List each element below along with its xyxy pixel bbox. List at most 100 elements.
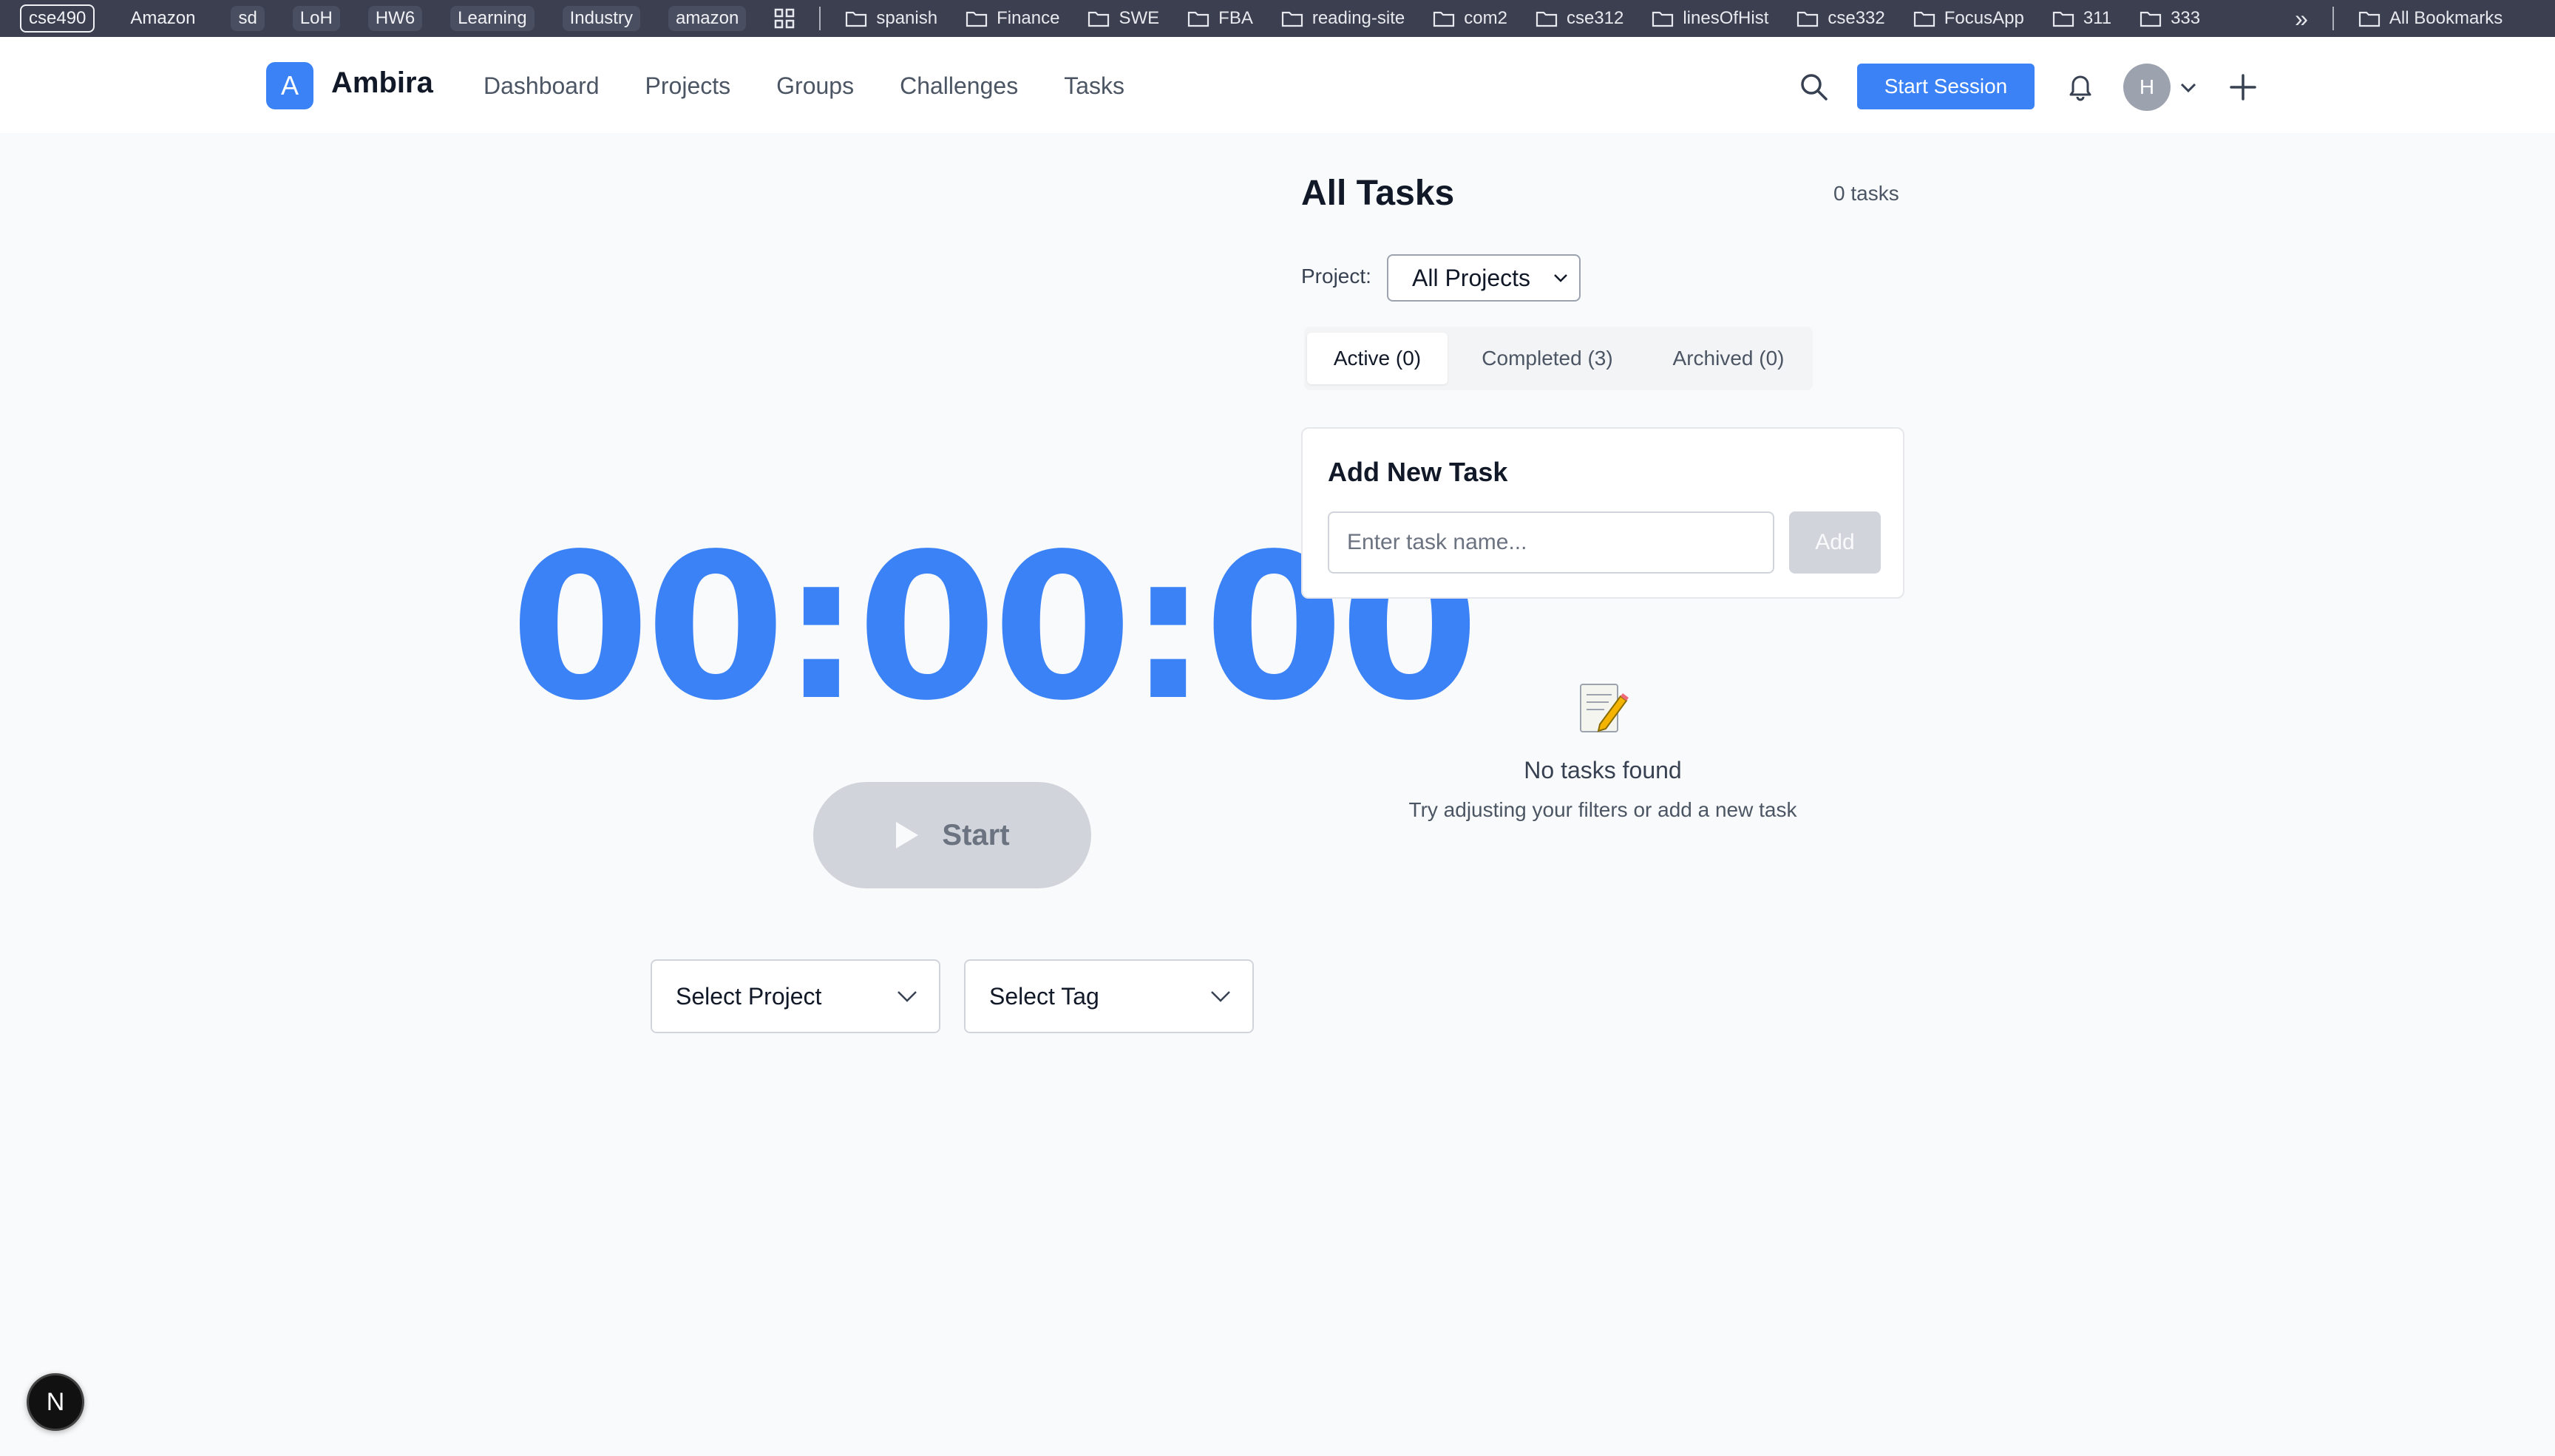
bookmark-label: reading-site bbox=[1312, 8, 1405, 28]
bookmarks-overflow-button[interactable]: » bbox=[2281, 0, 2322, 37]
start-button[interactable]: Start bbox=[813, 782, 1091, 888]
bookmark-folder-com2[interactable]: com2 bbox=[1419, 0, 1521, 37]
select-project-label: Select Project bbox=[676, 982, 822, 1010]
bookmark-folder-lines-of-hist[interactable]: linesOfHist bbox=[1638, 0, 1782, 37]
bookmark-folder-focus-app[interactable]: FocusApp bbox=[1899, 0, 2038, 37]
bookmark-amazon[interactable]: Amazon bbox=[109, 0, 217, 37]
chevron-down-icon bbox=[898, 991, 917, 1002]
bookmark-label: SWE bbox=[1119, 8, 1160, 28]
bookmark-label: FocusApp bbox=[1944, 8, 2024, 28]
add-task-card: Add New Task Add bbox=[1301, 427, 1904, 599]
task-status-tabs: Active (0) Completed (3) Archived (0) bbox=[1304, 327, 1813, 390]
play-icon bbox=[896, 822, 919, 848]
bookmark-folder-reading-site[interactable]: reading-site bbox=[1267, 0, 1419, 37]
folder-icon bbox=[1652, 11, 1674, 27]
bookmark-label: cse332 bbox=[1828, 8, 1885, 28]
folder-icon bbox=[1433, 11, 1455, 27]
bookmark-label: com2 bbox=[1464, 8, 1507, 28]
all-bookmarks-button[interactable]: All Bookmarks bbox=[2344, 0, 2517, 37]
nav-dashboard[interactable]: Dashboard bbox=[483, 72, 600, 100]
folder-icon bbox=[846, 11, 867, 27]
bell-icon bbox=[2069, 75, 2091, 101]
bookmark-folder-cse312[interactable]: cse312 bbox=[1521, 0, 1638, 37]
select-project-dropdown[interactable]: Select Project bbox=[651, 959, 940, 1033]
folder-icon bbox=[2052, 11, 2074, 27]
chevron-down-icon bbox=[1554, 274, 1567, 282]
bookmark-learning[interactable]: Learning bbox=[436, 0, 548, 37]
main-nav: Dashboard Projects Groups Challenges Tas… bbox=[483, 72, 1124, 100]
select-tag-label: Select Tag bbox=[989, 982, 1099, 1010]
bookmark-hw6[interactable]: HW6 bbox=[354, 0, 436, 37]
project-filter-select[interactable]: All Projects bbox=[1387, 254, 1581, 302]
chevron-down-icon[interactable] bbox=[2178, 78, 2199, 96]
nav-tasks[interactable]: Tasks bbox=[1064, 72, 1124, 100]
folder-icon bbox=[1536, 11, 1558, 27]
tasks-count: 0 tasks bbox=[1833, 182, 1899, 205]
nav-groups[interactable]: Groups bbox=[776, 72, 854, 100]
folder-icon bbox=[1281, 11, 1303, 27]
bookmark-label: LoH bbox=[292, 6, 340, 31]
bookmark-label: Learning bbox=[450, 6, 535, 31]
bookmark-folder-311[interactable]: 311 bbox=[2038, 0, 2125, 37]
bookmark-label: spanish bbox=[876, 8, 938, 28]
chevron-down-icon bbox=[1211, 991, 1230, 1002]
plus-icon bbox=[2230, 74, 2256, 101]
bookmark-folder-swe[interactable]: SWE bbox=[1073, 0, 1173, 37]
search-icon bbox=[1801, 74, 1828, 101]
bookmark-folder-333[interactable]: 333 bbox=[2125, 0, 2214, 37]
add-task-button[interactable]: Add bbox=[1789, 511, 1881, 574]
bookmarks-bar: cse490 Amazon sd LoH HW6 Learning Indust… bbox=[0, 0, 2555, 37]
avatar[interactable]: H bbox=[2123, 64, 2171, 111]
bookmark-folder-fba[interactable]: FBA bbox=[1173, 0, 1267, 37]
notifications-button[interactable] bbox=[2064, 69, 2097, 102]
tab-active[interactable]: Active (0) bbox=[1307, 333, 1448, 384]
bookmark-cse490[interactable]: cse490 bbox=[6, 0, 109, 37]
empty-state-title: No tasks found bbox=[1524, 757, 1682, 783]
folder-icon bbox=[1188, 11, 1209, 27]
apps-grid-icon[interactable] bbox=[760, 0, 809, 37]
memo-icon bbox=[1578, 681, 1629, 736]
folder-icon bbox=[1088, 11, 1110, 27]
folder-icon bbox=[1797, 11, 1819, 27]
nav-projects[interactable]: Projects bbox=[645, 72, 731, 100]
bookmark-folder-cse332[interactable]: cse332 bbox=[1782, 0, 1899, 37]
tab-completed[interactable]: Completed (3) bbox=[1455, 333, 1640, 384]
app-name[interactable]: Ambira bbox=[331, 67, 433, 100]
bookmarks-divider bbox=[819, 7, 821, 30]
search-button[interactable] bbox=[1798, 71, 1829, 102]
project-filter-label: Project: bbox=[1301, 265, 1371, 288]
bookmark-label: Industry bbox=[562, 6, 640, 31]
start-button-label: Start bbox=[942, 818, 1010, 851]
tasks-title: All Tasks bbox=[1301, 174, 1455, 213]
folder-icon bbox=[2358, 11, 2381, 27]
bookmark-label: HW6 bbox=[367, 6, 423, 31]
bookmark-loh[interactable]: LoH bbox=[279, 0, 354, 37]
nav-challenges[interactable]: Challenges bbox=[900, 72, 1018, 100]
bookmark-folder-spanish[interactable]: spanish bbox=[831, 0, 951, 37]
select-tag-dropdown[interactable]: Select Tag bbox=[964, 959, 1254, 1033]
task-name-input[interactable] bbox=[1328, 511, 1774, 574]
start-session-button[interactable]: Start Session bbox=[1857, 64, 2035, 109]
add-task-title: Add New Task bbox=[1328, 457, 1508, 487]
bookmark-sd[interactable]: sd bbox=[217, 0, 278, 37]
bookmark-label: cse490 bbox=[20, 4, 95, 33]
app-header: A Ambira Dashboard Projects Groups Chall… bbox=[0, 37, 2555, 133]
empty-state-subtitle: Try adjusting your filters or add a new … bbox=[1408, 798, 1797, 821]
folder-icon bbox=[2140, 11, 2162, 27]
bookmark-label: sd bbox=[231, 6, 265, 31]
bookmark-label: FBA bbox=[1218, 8, 1253, 28]
bookmark-label: 333 bbox=[2171, 8, 2201, 28]
bookmarks-divider bbox=[2332, 7, 2334, 30]
bookmark-amazon-2[interactable]: amazon bbox=[654, 0, 760, 37]
bookmark-label: 311 bbox=[2083, 8, 2112, 28]
bookmark-label: Finance bbox=[997, 8, 1060, 28]
bookmark-folder-finance[interactable]: Finance bbox=[951, 0, 1073, 37]
next-dev-tools-button[interactable]: N bbox=[27, 1373, 84, 1431]
folder-icon bbox=[1913, 11, 1935, 27]
timer-display: 00:00:00 bbox=[510, 511, 1479, 745]
bookmark-industry[interactable]: Industry bbox=[549, 0, 654, 37]
logo-icon[interactable]: A bbox=[266, 62, 313, 109]
add-button[interactable] bbox=[2227, 71, 2259, 103]
bookmark-label: All Bookmarks bbox=[2389, 8, 2503, 28]
tab-archived[interactable]: Archived (0) bbox=[1647, 333, 1810, 384]
